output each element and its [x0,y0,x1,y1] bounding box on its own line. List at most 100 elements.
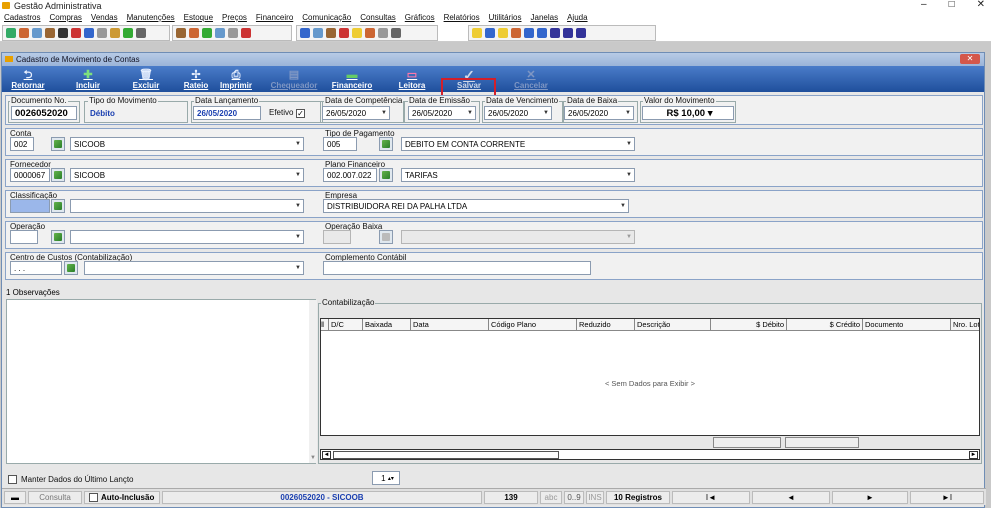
tool-icon[interactable] [19,28,29,38]
chequeador-button[interactable]: ▤ Chequeador [264,66,324,92]
close-app-button[interactable]: ✕ [977,0,985,10]
menu-relatorios[interactable]: Relatórios [444,13,480,22]
financeiro-button[interactable]: ▬ Financeiro [324,66,380,92]
lancamento-field[interactable]: 26/05/2020 [193,106,261,120]
centro-custos-name-select[interactable]: ▼ [84,261,304,275]
tool-icon[interactable] [550,28,560,38]
tool-icon[interactable] [563,28,573,38]
tool-icon[interactable] [300,28,310,38]
tool-icon[interactable] [313,28,323,38]
conta-code-field[interactable]: 002 [10,137,34,151]
baixa-field[interactable]: 26/05/2020 ▼ [564,106,634,120]
tool-icon[interactable] [378,28,388,38]
tool-icon[interactable] [498,28,508,38]
scroll-left-icon[interactable]: ◄ [322,451,331,459]
menu-estoque[interactable]: Estoque [184,13,213,22]
copies-spinner[interactable]: 1 ▴▾ [372,471,400,485]
fornecedor-lookup-button[interactable] [51,168,65,182]
col-credito[interactable]: $ Crédito [787,319,863,331]
tool-icon[interactable] [97,28,107,38]
tool-icon[interactable] [485,28,495,38]
tool-icon[interactable] [136,28,146,38]
minimize-button[interactable]: – [921,0,927,10]
col-nro-lote[interactable]: Nro. Lote [951,319,979,331]
grid-horizontal-scrollbar[interactable]: ◄ ► [320,449,980,460]
imprimir-button[interactable]: ⎙ Imprimir [214,66,258,92]
leitora-button[interactable]: ▭ Leitora [390,66,434,92]
col-descricao[interactable]: Descrição [635,319,711,331]
nav-prev-button[interactable]: ◄ [752,491,830,504]
excluir-button[interactable]: 🗑 Excluir [124,66,168,92]
auto-inclusao-toggle[interactable]: Auto-Inclusão [84,491,160,504]
valor-field[interactable]: R$ 10,00 ▾ [642,106,734,120]
tool-icon[interactable] [123,28,133,38]
tool-icon[interactable] [45,28,55,38]
menu-compras[interactable]: Compras [49,13,81,22]
tool-icon[interactable] [202,28,212,38]
tool-icon[interactable] [84,28,94,38]
conta-lookup-button[interactable] [51,137,65,151]
plano-name-select[interactable]: TARIFAS ▼ [401,168,635,182]
menu-consultas[interactable]: Consultas [360,13,396,22]
competencia-field[interactable]: 26/05/2020 ▼ [322,106,390,120]
tool-icon[interactable] [189,28,199,38]
maximize-button[interactable]: □ [949,0,955,10]
plano-code-field[interactable]: 002.007.022 [323,168,377,182]
consulta-button[interactable]: Consulta [28,491,82,504]
tool-icon[interactable] [71,28,81,38]
scroll-right-icon[interactable]: ► [969,451,978,459]
scroll-thumb[interactable] [333,451,559,459]
tool-icon[interactable] [391,28,401,38]
tool-icon[interactable] [228,28,238,38]
tool-icon[interactable] [215,28,225,38]
tool-icon[interactable] [537,28,547,38]
operacao-lookup-button[interactable] [51,230,65,244]
nav-last-button[interactable]: ►I [910,491,984,504]
menu-ajuda[interactable]: Ajuda [567,13,587,22]
auto-inclusao-checkbox[interactable] [89,493,98,502]
tipo-pagamento-code-field[interactable]: 005 [323,137,357,151]
col-codigo-plano[interactable]: Código Plano [489,319,577,331]
contabilizacao-grid[interactable]: ‖ D/C Baixada Data Código Plano Reduzido… [320,318,980,436]
tool-icon[interactable] [176,28,186,38]
tool-icon[interactable] [58,28,68,38]
col-baixada[interactable]: Baixada [363,319,411,331]
menu-cadastros[interactable]: Cadastros [4,13,40,22]
efetivo-checkbox[interactable]: ✓ [296,109,305,118]
tool-icon[interactable] [511,28,521,38]
tool-icon[interactable] [339,28,349,38]
tab-observacoes[interactable]: 1 Observações [6,288,60,297]
incluir-button[interactable]: ✚ Incluir [66,66,110,92]
col-dc[interactable]: D/C [329,319,363,331]
fornecedor-code-field[interactable]: 0000067 [10,168,50,182]
centro-custos-lookup-button[interactable] [64,261,78,275]
operacao-code-field[interactable] [10,230,38,244]
tool-icon[interactable] [241,28,251,38]
tool-icon[interactable] [32,28,42,38]
menu-financeiro[interactable]: Financeiro [256,13,293,22]
menu-vendas[interactable]: Vendas [91,13,118,22]
rateio-button[interactable]: ✢ Rateio [174,66,218,92]
menu-utilitarios[interactable]: Utilitários [489,13,522,22]
fornecedor-name-select[interactable]: SICOOB ▼ [70,168,304,182]
tool-icon[interactable] [326,28,336,38]
menu-graficos[interactable]: Gráficos [405,13,435,22]
centro-custos-code-field[interactable]: . . . [10,261,62,275]
menu-manutencoes[interactable]: Manutenções [127,13,175,22]
cancelar-button[interactable]: ✕ Cancelar [506,66,556,92]
col-data[interactable]: Data [411,319,489,331]
menu-janelas[interactable]: Janelas [531,13,559,22]
classificacao-name-select[interactable]: ▼ [70,199,304,213]
menu-precos[interactable]: Preços [222,13,247,22]
observacoes-textarea[interactable]: ▼ [6,299,317,464]
tool-icon[interactable] [365,28,375,38]
tool-icon[interactable] [576,28,586,38]
operacao-name-select[interactable]: ▼ [70,230,304,244]
documento-field[interactable]: 0026052020 [11,106,77,120]
window-close-button[interactable]: ✕ [960,54,980,64]
col-documento[interactable]: Documento [863,319,951,331]
manter-dados-checkbox[interactable] [8,475,17,484]
col-debito[interactable]: $ Débito [711,319,787,331]
empresa-select[interactable]: DISTRIBUIDORA REI DA PALHA LTDA ▼ [323,199,629,213]
nav-next-button[interactable]: ► [832,491,908,504]
